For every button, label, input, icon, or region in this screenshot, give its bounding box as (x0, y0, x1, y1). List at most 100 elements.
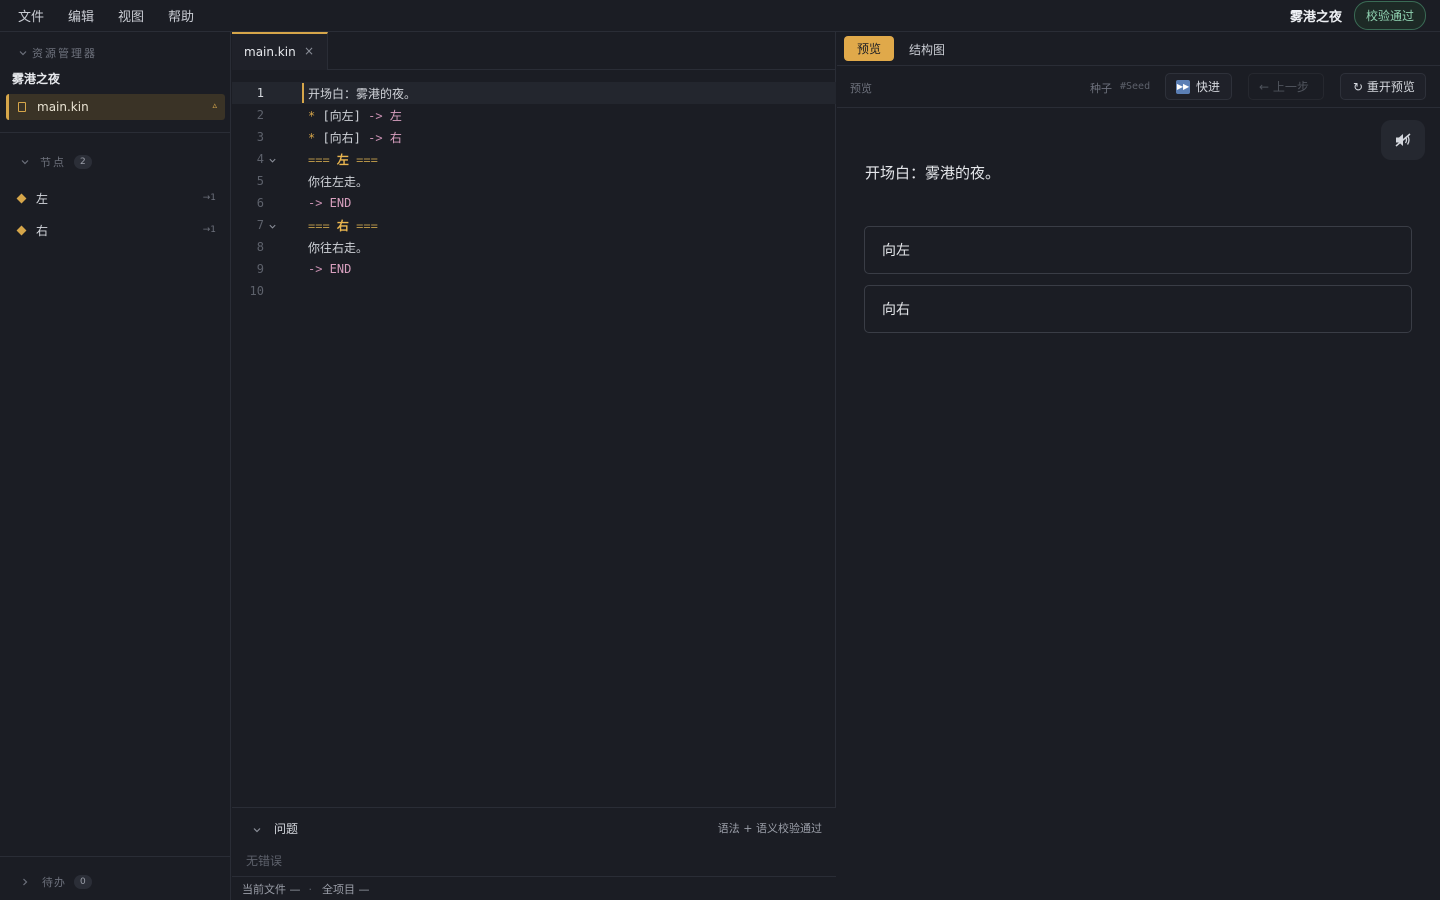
todo-header[interactable]: 待办 0 (20, 874, 92, 890)
status-current-file[interactable]: 当前文件 — (242, 881, 301, 897)
status-separator: · (308, 882, 313, 896)
knot-delimiter: === (356, 152, 378, 167)
status-all-project[interactable]: 全项目 — (322, 881, 370, 897)
code-text: -> END (308, 262, 351, 276)
seed-value[interactable]: #Seed (1120, 81, 1150, 92)
restart-preview-button[interactable]: ↻ 重开预览 (1340, 73, 1426, 100)
code-text: * [向右] -> 右 (308, 129, 402, 146)
sidebar-project-title: 雾港之夜 (12, 72, 61, 86)
menubar: 文件 编辑 视图 帮助 雾港之夜 校验通过 (0, 0, 1440, 32)
restart-label: ↻ 重开预览 (1353, 78, 1415, 95)
menu-file[interactable]: 文件 (18, 6, 44, 25)
code-line[interactable]: 3 * [向右] -> 右 (232, 126, 836, 148)
code-line[interactable]: 7 === 右 === (232, 214, 836, 236)
menu-view[interactable]: 视图 (118, 6, 144, 25)
knot-delimiter: === (308, 218, 330, 233)
code-text: * [向左] -> 左 (308, 107, 402, 124)
statusbar: 当前文件 — · 全项目 — (232, 876, 836, 900)
line-number: 8 (256, 240, 264, 254)
back-label: ← 上一步 (1259, 80, 1309, 94)
code-line[interactable]: 5 你往左走。 (232, 170, 836, 192)
choice-option[interactable]: 向左 (864, 226, 1412, 274)
choice-label: 向左 (882, 243, 910, 259)
speaker-muted-icon (1395, 133, 1411, 147)
node-label: 右 (36, 223, 49, 238)
code-line[interactable]: 4 === 左 === (232, 148, 836, 170)
line-number: 7 (256, 218, 264, 232)
nodes-title: 节点 (40, 156, 66, 169)
line-number: 9 (256, 262, 264, 276)
divert-arrow: -> (368, 130, 383, 145)
code-text: 你往左走。 (308, 174, 369, 189)
validation-badge[interactable]: 校验通过 (1353, 1, 1426, 30)
todo-title: 待办 (42, 876, 66, 889)
divert-arrow: -> (308, 262, 323, 276)
seed-label: 种子 (1090, 82, 1112, 95)
fast-forward-button[interactable]: ▶▶ 快进 (1165, 73, 1232, 100)
text-cursor (302, 83, 304, 103)
divert-arrow: -> (368, 108, 383, 123)
tab-preview[interactable]: 预览 (844, 36, 895, 61)
file-item-main[interactable]: main.kin ▵ (6, 94, 225, 120)
choice-label: 向右 (882, 302, 910, 318)
node-refs: →1 (202, 193, 216, 203)
code-line[interactable]: 6 -> END (232, 192, 836, 214)
line-number: 4 (256, 152, 264, 166)
tab-structure[interactable]: 结构图 (909, 41, 945, 58)
node-item-right[interactable]: 右 →1 (16, 220, 216, 240)
explorer-header[interactable]: 资源管理器 (18, 45, 97, 61)
explorer-title: 资源管理器 (32, 47, 97, 60)
line-number: 5 (256, 174, 264, 188)
line-number: 1 (256, 86, 264, 100)
divert-target: END (322, 196, 352, 210)
knot-delimiter: === (356, 218, 378, 233)
warning-icon: ▵ (212, 101, 217, 111)
file-name: main.kin (37, 100, 89, 114)
node-label: 左 (36, 191, 49, 206)
fast-forward-label: 快进 (1196, 80, 1221, 94)
divert-target: END (322, 262, 352, 276)
menu-help[interactable]: 帮助 (168, 6, 194, 25)
problems-header[interactable]: 问题 (252, 820, 298, 837)
close-icon[interactable]: × (304, 44, 314, 58)
code-text: === 右 === (308, 217, 378, 234)
node-item-left[interactable]: 左 →1 (16, 188, 216, 208)
tab-main-kin[interactable]: main.kin × (232, 32, 328, 70)
problems-status: 语法 + 语义校验通过 (717, 822, 822, 835)
divert-target: 右 (382, 130, 402, 145)
choice-text: [向左] (315, 108, 369, 123)
code-editor: main.kin × 1 开场白：雾港的夜。 2 * [向左] -> 左 3 *… (232, 32, 836, 900)
line-number: 2 (256, 108, 264, 122)
code-line[interactable]: 2 * [向左] -> 左 (232, 104, 836, 126)
chevron-down-icon (18, 48, 28, 58)
code-text: 你往右走。 (308, 240, 369, 255)
code-line[interactable]: 10 (232, 280, 836, 302)
fold-chevron-icon[interactable] (268, 220, 282, 230)
line-number: 3 (256, 130, 264, 144)
node-refs: →1 (202, 225, 216, 235)
code-line[interactable]: 9 -> END (232, 258, 836, 280)
back-button[interactable]: ← 上一步 (1248, 73, 1324, 100)
file-icon (18, 102, 26, 112)
diamond-icon (16, 193, 27, 203)
restart-text: 重开预览 (1366, 80, 1415, 94)
divert-arrow: -> (308, 196, 323, 210)
problems-empty: 无错误 (246, 854, 283, 868)
knot-delimiter: === (308, 152, 330, 167)
code-text: 开场白：雾港的夜。 (308, 86, 417, 101)
story-text: 开场白：雾港的夜。 (865, 164, 1001, 182)
menu-edit[interactable]: 编辑 (68, 6, 94, 25)
editor-tabbar: main.kin × (232, 32, 836, 70)
choice-option[interactable]: 向右 (864, 285, 1412, 333)
diamond-icon (16, 225, 27, 235)
nodes-header[interactable]: 节点 2 (20, 154, 92, 170)
code-line[interactable]: 1 开场白：雾港的夜。 (232, 82, 836, 104)
fold-chevron-icon[interactable] (268, 154, 282, 164)
restart-icon: ↻ (1353, 80, 1367, 94)
chevron-right-icon (20, 877, 30, 887)
audio-toggle-button[interactable] (1381, 120, 1425, 160)
sidebar: 资源管理器 雾港之夜 main.kin ▵ 节点 2 左 →1 右 →1 待办 … (0, 32, 231, 900)
chevron-down-icon (20, 157, 30, 167)
view-tabs: 预览 结构图 (837, 32, 1440, 66)
code-line[interactable]: 8 你往右走。 (232, 236, 836, 258)
